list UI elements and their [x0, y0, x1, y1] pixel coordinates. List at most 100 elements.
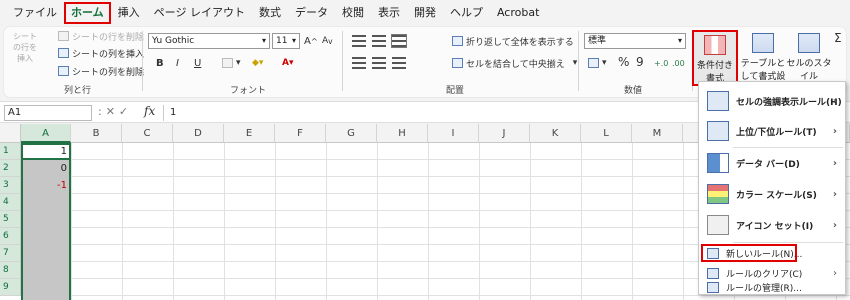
column-header-b[interactable]: B [71, 124, 122, 143]
chevron-right-icon: › [832, 95, 837, 107]
fx-icon[interactable]: fx [144, 104, 155, 118]
column-header-g[interactable]: G [326, 124, 377, 143]
column-header-e[interactable]: E [224, 124, 275, 143]
manage-rules-icon [707, 281, 719, 293]
comma-button[interactable]: 9 [636, 55, 644, 69]
cell-styles-button[interactable]: セルのスタイル [786, 30, 832, 86]
menu-item-label: カラー スケール(S) [736, 190, 817, 201]
conditional-formatting-button[interactable]: 条件付き書式 [692, 30, 738, 86]
tab-help[interactable]: ヘルプ [443, 3, 490, 23]
insert-col-icon [58, 48, 69, 58]
cell-a2[interactable]: 0 [21, 160, 69, 177]
menu-item-label: 新しいルール(N)... [726, 249, 803, 260]
chevron-right-icon: › [832, 188, 837, 200]
group-label-alignment: 配置 [446, 86, 465, 96]
row-header-7[interactable]: 7 [0, 245, 21, 262]
increase-font-button[interactable]: A ^ [304, 34, 318, 48]
delete-row-icon [58, 31, 69, 41]
insert-row-button[interactable]: シートの行を挿入 [10, 31, 40, 71]
column-header-j[interactable]: J [479, 124, 530, 143]
bold-button[interactable]: B [156, 56, 164, 70]
menu-separator [733, 242, 843, 243]
cell-styles-label: セルのスタイル [786, 59, 832, 82]
tab-view[interactable]: 表示 [371, 3, 407, 23]
row-header-8[interactable]: 8 [0, 262, 21, 279]
select-all-corner[interactable] [0, 124, 21, 143]
tab-insert[interactable]: 挿入 [111, 3, 147, 23]
fill-color-button[interactable]: ◆▾ [252, 56, 263, 70]
format-as-table-button[interactable]: テーブルとして書式設定 [740, 30, 786, 95]
align-middle-icon[interactable] [372, 35, 386, 47]
tab-home[interactable]: ホーム [64, 2, 111, 24]
menu-item-top-bottom-rules[interactable]: 上位/下位ルール(T) › [699, 116, 845, 146]
name-box[interactable]: A1 [4, 105, 92, 121]
cell-a1[interactable]: 1 [21, 143, 69, 160]
border-button[interactable]: ▾ [222, 56, 241, 70]
row-header-3[interactable]: 3 [0, 177, 21, 194]
tab-file[interactable]: ファイル [6, 3, 64, 23]
column-header-m[interactable]: M [632, 124, 683, 143]
merge-center-button[interactable]: セルを結合して中央揃え ▾ [452, 56, 577, 70]
format-as-table-icon [752, 33, 774, 53]
tab-review[interactable]: 校閲 [335, 3, 371, 23]
delete-col-icon [58, 66, 69, 76]
tab-acrobat[interactable]: Acrobat [490, 3, 546, 23]
align-bottom-icon[interactable] [391, 34, 407, 48]
cell-a3[interactable]: -1 [21, 177, 69, 194]
menu-item-manage-rules[interactable]: ルールの管理(R)... [699, 278, 845, 296]
percent-button[interactable]: % [618, 55, 629, 69]
column-header-h[interactable]: H [377, 124, 428, 143]
column-header-i[interactable]: I [428, 124, 479, 143]
font-name-select[interactable]: Yu Gothic ▾ [148, 33, 270, 49]
column-header-c[interactable]: C [122, 124, 173, 143]
increase-decimal-button[interactable]: +.0 [654, 56, 668, 70]
wrap-text-button[interactable]: 折り返して全体を表示する [452, 34, 574, 48]
tab-formulas[interactable]: 数式 [252, 3, 288, 23]
menu-item-label: 上位/下位ルール(T) [736, 127, 817, 138]
conditional-formatting-menu: セルの強調表示ルール(H) › 上位/下位ルール(T) › データ バー(D) … [698, 81, 846, 295]
border-icon [222, 58, 233, 68]
new-rule-icon [707, 247, 719, 259]
column-header-a[interactable]: A [21, 124, 71, 143]
tab-page-layout[interactable]: ページ レイアウト [147, 3, 252, 23]
row-header-1[interactable]: 1 [0, 143, 21, 160]
chevron-down-icon: ▾ [677, 36, 682, 45]
insert-row-label: シートの行を挿入 [13, 32, 37, 63]
align-left-icon[interactable] [352, 57, 366, 69]
merge-center-icon [452, 58, 463, 68]
menu-item-data-bars[interactable]: データ バー(D) › [699, 148, 845, 178]
delete-row-button[interactable]: シートの行を削除 [58, 29, 144, 43]
autosum-icon[interactable]: Σ [834, 31, 842, 45]
row-header-5[interactable]: 5 [0, 211, 21, 228]
column-header-k[interactable]: K [530, 124, 581, 143]
row-header-2[interactable]: 2 [0, 160, 21, 177]
row-header-9[interactable]: 9 [0, 279, 21, 296]
menu-item-new-rule[interactable]: 新しいルール(N)... [701, 244, 802, 262]
decrease-font-button[interactable]: Av [322, 34, 333, 48]
italic-button[interactable]: I [176, 56, 179, 70]
menu-item-color-scales[interactable]: カラー スケール(S) › [699, 179, 845, 209]
number-format-select[interactable]: 標準 ▾ [584, 33, 686, 49]
font-color-button[interactable]: A▾ [282, 56, 293, 70]
insert-col-button[interactable]: シートの列を挿入 [58, 46, 144, 60]
column-header-f[interactable]: F [275, 124, 326, 143]
font-size-select[interactable]: 11 ▾ [272, 33, 300, 49]
column-header-d[interactable]: D [173, 124, 224, 143]
column-header-l[interactable]: L [581, 124, 632, 143]
row-header-6[interactable]: 6 [0, 228, 21, 245]
align-center-icon[interactable] [372, 57, 386, 69]
tab-developer[interactable]: 開発 [407, 3, 443, 23]
decrease-decimal-button[interactable]: .00 [672, 56, 685, 70]
delete-col-button[interactable]: シートの列を削除 [58, 64, 144, 78]
menu-item-icon-sets[interactable]: アイコン セット(I) › [699, 210, 845, 240]
underline-button[interactable]: U [194, 56, 201, 70]
color-scales-icon [707, 184, 729, 204]
currency-button[interactable]: ▾ [588, 56, 607, 70]
align-right-icon[interactable] [392, 57, 406, 69]
align-top-icon[interactable] [352, 35, 366, 47]
row-header-4[interactable]: 4 [0, 194, 21, 211]
menu-item-highlight-rules[interactable]: セルの強調表示ルール(H) › [699, 86, 845, 116]
tab-data[interactable]: データ [288, 3, 335, 23]
chevron-down-icon: ▾ [291, 36, 296, 45]
ribbon-separator [142, 31, 143, 91]
